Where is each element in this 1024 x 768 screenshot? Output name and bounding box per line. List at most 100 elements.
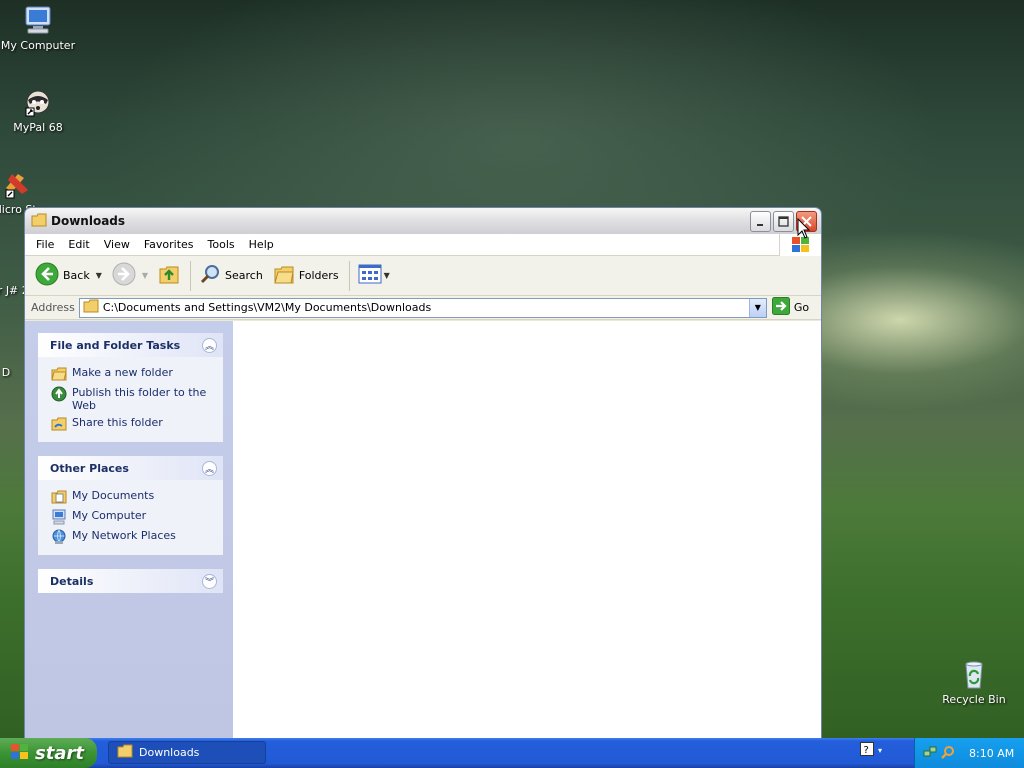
menu-help[interactable]: Help [242,236,281,253]
panel-title: Other Places [50,461,129,475]
taskbar: start Downloads ? ▾ 8:10 AM [0,738,1024,768]
place-label: My Documents [72,489,155,502]
place-label: My Computer [72,509,147,522]
place-label: My Network Places [72,529,176,542]
folder-icon [31,213,47,230]
address-value: C:\Documents and Settings\VM2\My Documen… [102,301,432,314]
language-bar[interactable]: ? ▾ [860,742,882,759]
panel-header[interactable]: Details ︾ [38,569,223,593]
network-tray-icon[interactable] [923,745,937,762]
share-folder-icon [51,416,67,432]
search-tray-icon[interactable] [941,745,955,762]
mypal-raccoon-icon [22,86,54,118]
minimize-icon [757,224,763,226]
chevron-down-icon: ▼ [754,303,761,312]
task-label: Publish this folder to the Web [72,386,207,412]
file-folder-tasks-panel: File and Folder Tasks ︽ Make a new folde… [38,333,223,442]
collapse-icon[interactable]: ︽ [202,460,217,476]
details-panel: Details ︾ [38,569,223,593]
panel-header[interactable]: File and Folder Tasks ︽ [38,333,223,357]
desktop-icon-recycle-bin[interactable]: Recycle Bin [936,658,1012,706]
place-my-network-places[interactable]: My Network Places [51,529,215,545]
views-button[interactable]: ▼ [354,261,394,290]
folders-label: Folders [298,269,339,282]
svg-text:?: ? [864,745,869,756]
search-button[interactable]: Search [195,260,267,291]
start-button[interactable]: start [0,738,97,768]
title-bar[interactable]: Downloads [25,208,821,234]
desktop-icon-my-computer[interactable]: My Computer [0,4,76,52]
address-label: Address [31,301,75,314]
task-publish-folder[interactable]: Publish this folder to the Web [51,386,215,412]
other-places-panel: Other Places ︽ My Documents My Computer [38,456,223,555]
minimize-button[interactable] [750,211,771,232]
my-computer-icon [51,509,67,525]
visual-studio-icon [2,168,34,200]
new-folder-icon [51,366,67,382]
desktop-icon-label: My Computer [0,39,76,52]
language-options-icon[interactable]: ▾ [878,746,882,755]
go-button[interactable]: Go [771,297,809,318]
menu-favorites[interactable]: Favorites [137,236,201,253]
desktop-icon-mypal[interactable]: MyPal 68 [0,86,76,134]
window-body: File and Folder Tasks ︽ Make a new folde… [25,321,821,739]
network-places-icon [51,529,67,545]
maximize-button[interactable] [773,211,794,232]
task-make-new-folder[interactable]: Make a new folder [51,366,215,382]
folders-icon [273,263,295,288]
back-dropdown-icon[interactable]: ▼ [96,271,102,280]
place-my-computer[interactable]: My Computer [51,509,215,525]
globe-upload-icon [51,386,67,402]
folder-content-area[interactable] [233,321,821,739]
views-icon [358,264,382,287]
forward-dropdown-icon[interactable]: ▼ [142,271,148,280]
panel-title: Details [50,574,94,588]
folders-button[interactable]: Folders [269,260,343,291]
clock[interactable]: 8:10 AM [969,747,1014,760]
back-arrow-icon [35,262,59,289]
explorer-window: Downloads File Edit View Favorites Tools… [24,207,822,740]
menu-tools[interactable]: Tools [201,236,242,253]
back-button[interactable]: Back ▼ [31,259,106,292]
folder-up-icon [158,263,180,288]
desktop-icon-label: Recycle Bin [942,693,1006,706]
windows-flag-icon [10,743,30,764]
desktop-icon-label: MyPal 68 [13,121,63,134]
system-tray: 8:10 AM [914,738,1024,768]
place-my-documents[interactable]: My Documents [51,489,215,505]
back-label: Back [63,269,90,282]
task-label: Make a new folder [72,366,173,379]
panel-header[interactable]: Other Places ︽ [38,456,223,480]
my-documents-icon [51,489,67,505]
address-input[interactable]: C:\Documents and Settings\VM2\My Documen… [78,297,767,318]
search-icon [199,263,221,288]
menu-edit[interactable]: Edit [61,236,96,253]
menu-file[interactable]: File [29,236,61,253]
recycle-bin-icon [958,658,990,690]
expand-icon[interactable]: ︾ [202,573,217,589]
task-share-folder[interactable]: Share this folder [51,416,215,432]
start-label: start [35,742,84,764]
menu-bar: File Edit View Favorites Tools Help [25,234,821,256]
my-computer-icon [22,4,54,36]
mouse-cursor-icon [797,217,811,243]
collapse-icon[interactable]: ︽ [202,337,217,353]
address-bar: Address C:\Documents and Settings\VM2\My… [25,296,821,320]
search-label: Search [225,269,263,282]
task-pane: File and Folder Tasks ︽ Make a new folde… [25,321,233,739]
help-icon: ? [860,742,874,759]
window-client-area: File Edit View Favorites Tools Help Back… [25,234,821,739]
menu-view[interactable]: View [97,236,137,253]
folder-icon [117,744,133,761]
address-dropdown-button[interactable]: ▼ [748,298,766,317]
toolbar-separator [190,260,192,291]
toolbar-separator [348,260,350,291]
views-dropdown-icon[interactable]: ▼ [384,271,390,280]
go-arrow-icon [771,297,790,318]
maximize-icon [778,216,789,227]
forward-arrow-icon [112,262,136,289]
taskbar-button-downloads[interactable]: Downloads [108,741,266,764]
folder-icon [83,299,99,316]
up-button[interactable] [154,260,184,291]
forward-button[interactable]: ▼ [108,259,152,292]
